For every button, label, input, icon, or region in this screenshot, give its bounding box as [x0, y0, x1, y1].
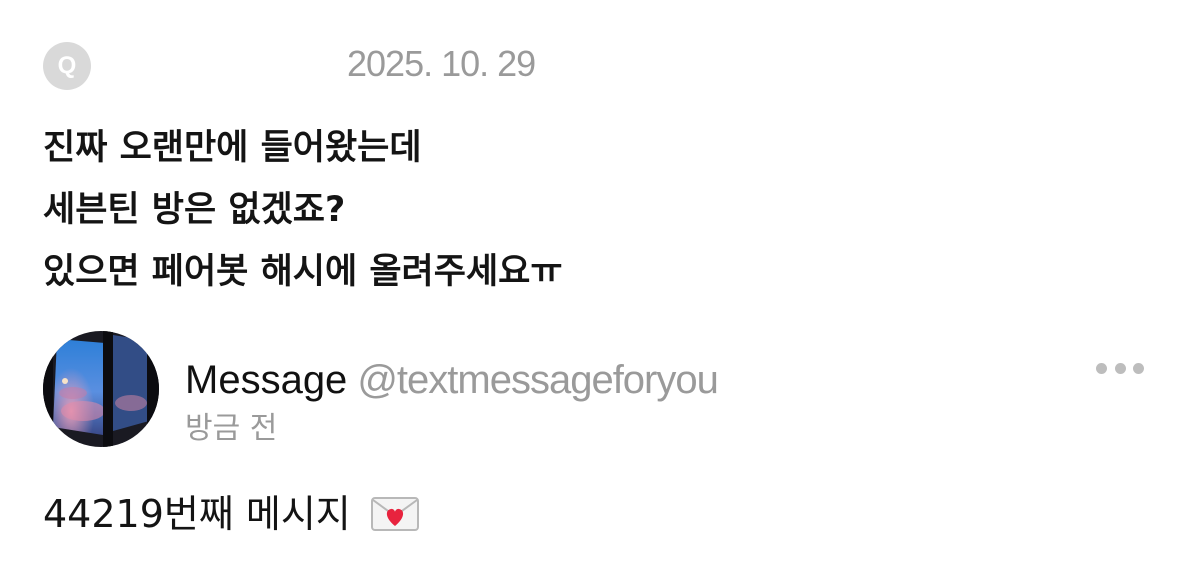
more-dots-icon[interactable]	[1096, 358, 1144, 378]
question-badge: Q	[43, 42, 91, 90]
more-dot	[1096, 362, 1107, 374]
author-line: Message @textmessageforyou	[185, 356, 719, 404]
question-line: 진짜 오랜만에 들어왔는데	[43, 128, 422, 168]
author-handle[interactable]: @textmessageforyou	[357, 358, 719, 402]
question-date: 2025. 10. 29	[347, 43, 536, 84]
question-line: 세븐틴 방은 없겠죠?	[43, 190, 346, 230]
question-line: 있으면 페어봇 해시에 올려주세요ㅠ	[43, 252, 563, 292]
window-sky-avatar-icon	[43, 331, 159, 447]
more-dot	[1133, 362, 1144, 374]
post-time: 방금 전	[185, 411, 278, 446]
answer-text: 44219번째 메시지	[43, 492, 351, 536]
love-letter-icon	[370, 496, 419, 532]
more-dot	[1114, 362, 1126, 374]
question-text: 진짜 오랜만에 들어왔는데 세븐틴 방은 없겠죠? 있으면 페어봇 해시에 올려…	[43, 117, 1043, 303]
avatar[interactable]	[43, 331, 159, 447]
answer-message: 44219번째 메시지	[43, 488, 419, 540]
author-name[interactable]: Message	[185, 358, 347, 402]
question-badge-letter: Q	[57, 52, 77, 79]
